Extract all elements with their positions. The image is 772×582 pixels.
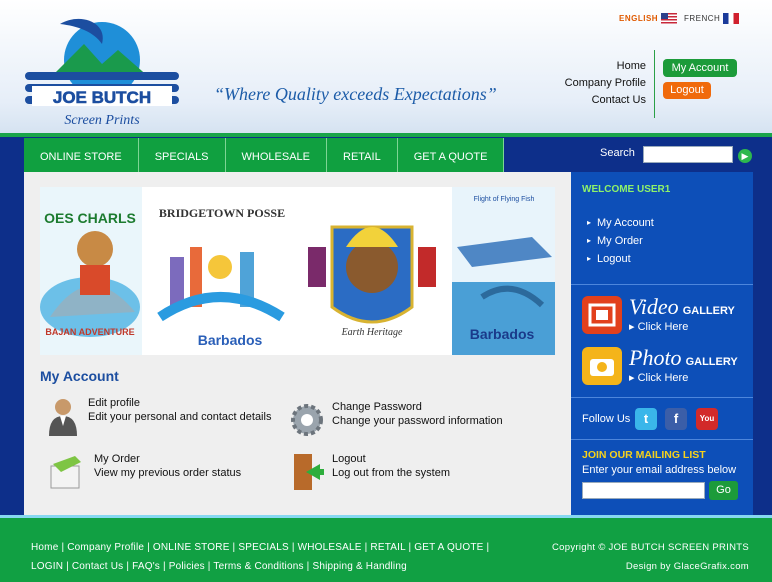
top-link-home[interactable]: Home (565, 58, 646, 75)
sidebar-links: My Account My Order Logout (587, 214, 654, 268)
order-hand-icon (50, 456, 81, 489)
us-flag-icon (661, 13, 678, 24)
top-link-contact-us[interactable]: Contact Us (565, 92, 646, 109)
banner-panel-2-caption: Barbados (198, 332, 263, 348)
nav-retail[interactable]: RETAIL (327, 138, 398, 172)
photo-gallery-icon[interactable] (582, 347, 622, 385)
logo-text-sub: Screen Prints (64, 113, 140, 128)
lang-english[interactable]: ENGLISH (619, 13, 678, 24)
my-order-desc: View my previous order status (94, 467, 242, 479)
edit-profile-title[interactable]: Edit profile (88, 396, 271, 410)
sidebar-divider (571, 284, 753, 285)
my-order-item[interactable]: My Order View my previous order status (46, 452, 241, 492)
main-nav: ONLINE STORE SPECIALS WHOLESALE RETAIL G… (24, 138, 505, 172)
youtube-icon[interactable]: You (696, 408, 718, 430)
joe-butch-logo[interactable]: JOE BUTCH Screen Prints (22, 12, 182, 130)
banner-panel-2: BRIDGETOWN POSSE Barbados (150, 187, 292, 355)
sidebar-link-logout[interactable]: Logout (587, 250, 654, 268)
search-go-icon[interactable]: ▶ (738, 149, 752, 163)
my-account-button[interactable]: My Account (663, 59, 737, 77)
lang-french[interactable]: FRENCH (684, 13, 740, 24)
footer: Home | Company Profile | ONLINE STORE | … (0, 515, 772, 582)
mailing-list-instructions: Enter your email address below (582, 464, 737, 476)
facebook-icon[interactable]: f (665, 408, 687, 430)
gear-icon (291, 404, 323, 436)
edit-profile-item[interactable]: Edit profile Edit your personal and cont… (46, 396, 271, 436)
door-exit-icon (294, 454, 324, 490)
banner-panel-1-title: OES CHARLS (44, 210, 136, 226)
search-label: Search (600, 147, 635, 159)
my-order-title[interactable]: My Order (94, 452, 241, 466)
change-password-item[interactable]: Change Password Change your password inf… (290, 400, 503, 440)
video-gallery-small: GALLERY (682, 305, 735, 317)
welcome-text: WELCOME USER1 (582, 184, 671, 195)
person-icon (49, 399, 77, 436)
banner-panel-4: Flight of Flying Fish Barbados (452, 187, 555, 355)
banner-panel-3-caption: Earth Heritage (341, 327, 403, 338)
logout-title[interactable]: Logout (332, 452, 450, 466)
change-password-title[interactable]: Change Password (332, 400, 503, 414)
lang-french-label: FRENCH (684, 14, 721, 23)
top-links: Home Company Profile Contact Us (565, 58, 646, 109)
banner-panel-4-title: Flight of Flying Fish (474, 196, 535, 203)
main-content: OES CHARLS BAJAN ADVENTURE BRIDGETOWN PO… (24, 172, 571, 515)
header-divider-line (0, 133, 772, 137)
sidebar: WELCOME USER1 My Account My Order Logout… (571, 172, 753, 515)
sidebar-link-my-order[interactable]: My Order (587, 232, 654, 250)
footer-links-secondary[interactable]: LOGIN | Contact Us | FAQ's | Policies | … (31, 561, 407, 572)
banner-panel-2-title: BRIDGETOWN POSSE (159, 206, 285, 220)
header-divider (654, 50, 655, 118)
photo-click-here[interactable]: ▸ Click Here (629, 371, 688, 384)
banner-slider[interactable]: OES CHARLS BAJAN ADVENTURE BRIDGETOWN PO… (40, 187, 555, 355)
twitter-icon[interactable]: t (635, 408, 657, 430)
logout-desc: Log out from the system (332, 467, 450, 479)
photo-gallery-big: Photo (629, 345, 682, 370)
logo-text-main: JOE BUTCH (53, 88, 151, 107)
video-gallery-title[interactable]: Video GALLERY (629, 294, 735, 320)
video-gallery-big: Video (629, 294, 679, 319)
lang-english-label: ENGLISH (619, 14, 659, 23)
sidebar-divider (571, 397, 753, 398)
header: JOE BUTCH Screen Prints “Where Quality e… (0, 0, 772, 136)
mailing-list-heading: JOIN OUR MAILING LIST (582, 449, 706, 461)
nav-wholesale[interactable]: WHOLESALE (225, 138, 327, 172)
footer-copyright: Copyright © JOE BUTCH SCREEN PRINTS (552, 542, 749, 553)
footer-design-credit[interactable]: Design by GlaceGrafix.com (626, 561, 749, 572)
mailing-go-button[interactable]: Go (709, 481, 738, 500)
photo-gallery-small: GALLERY (685, 356, 738, 368)
logout-item[interactable]: Logout Log out from the system (290, 452, 450, 492)
sidebar-link-my-account[interactable]: My Account (587, 214, 654, 232)
banner-panel-1-caption: BAJAN ADVENTURE (45, 327, 134, 337)
banner-panel-1: OES CHARLS BAJAN ADVENTURE (40, 187, 142, 355)
nav-online-store[interactable]: ONLINE STORE (24, 138, 139, 172)
top-link-company-profile[interactable]: Company Profile (565, 75, 646, 92)
sidebar-divider (571, 439, 753, 440)
banner-panel-3: Earth Heritage (302, 187, 442, 355)
photo-gallery-title[interactable]: Photo GALLERY (629, 345, 738, 371)
video-click-here-label: Click Here (637, 321, 689, 333)
edit-profile-desc: Edit your personal and contact details (88, 411, 272, 423)
follow-us-label: Follow Us (582, 413, 631, 425)
photo-click-here-label: Click Here (637, 372, 689, 384)
email-field[interactable] (582, 482, 705, 499)
my-account-heading: My Account (40, 368, 119, 384)
nav-get-a-quote[interactable]: GET A QUOTE (397, 138, 505, 172)
change-password-desc: Change your password information (332, 415, 503, 427)
footer-links-primary[interactable]: Home | Company Profile | ONLINE STORE | … (31, 542, 489, 553)
logout-button[interactable]: Logout (663, 82, 711, 99)
video-gallery-icon[interactable] (582, 296, 622, 334)
search-input[interactable] (643, 146, 733, 163)
france-flag-icon (723, 13, 740, 24)
tagline: “Where Quality exceeds Expectations” (214, 84, 497, 104)
nav-specials[interactable]: SPECIALS (138, 138, 226, 172)
video-click-here[interactable]: ▸ Click Here (629, 320, 688, 333)
banner-panel-4-caption: Barbados (470, 326, 535, 342)
